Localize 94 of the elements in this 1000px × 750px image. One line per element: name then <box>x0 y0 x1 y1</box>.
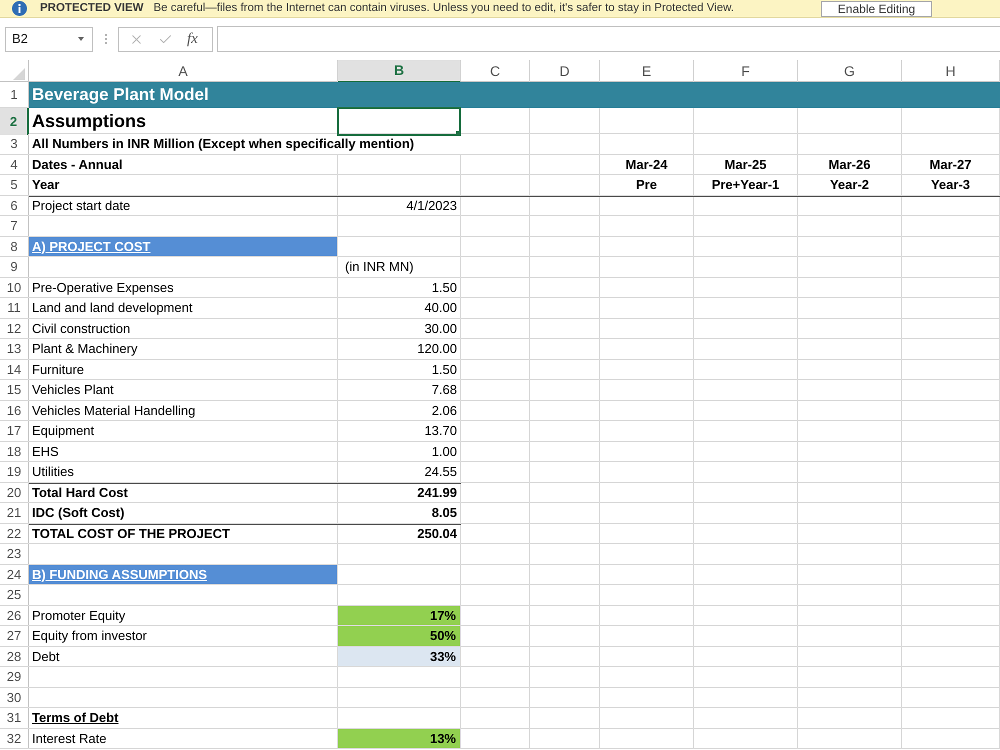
period-label: Mar-25 <box>724 156 766 174</box>
row-number[interactable]: 30 <box>0 688 29 707</box>
row-number[interactable]: 13 <box>0 339 29 358</box>
row-label: Terms of Debt <box>32 709 118 727</box>
section-header-cell: A) PROJECT COST <box>29 236 338 256</box>
row-label: Plant & Machinery <box>32 340 138 358</box>
cost-value: 1.00 <box>432 442 457 460</box>
input-cell: 13% <box>338 728 461 748</box>
row-number[interactable]: 11 <box>0 298 29 318</box>
cost-value: 8.05 <box>432 504 457 522</box>
cost-value: 4/1/2023 <box>406 196 457 214</box>
enable-editing-button[interactable]: Enable Editing <box>821 0 932 16</box>
unit-label: (in INR MN) <box>345 258 414 276</box>
row-number[interactable]: 5 <box>0 175 29 194</box>
row-label: Vehicles Material Handelling <box>32 402 196 420</box>
protected-view-message: Be careful—files from the Internet can contain viruses. Unless you need to edit, it's safer to stay in Protected View. <box>154 0 734 16</box>
period-label: Pre <box>636 176 657 194</box>
section-header-cell: B) FUNDING ASSUMPTIONS <box>29 564 338 584</box>
row-number[interactable]: 22 <box>0 524 29 543</box>
period-label: Mar-27 <box>930 156 972 174</box>
formula-input[interactable] <box>217 26 1000 52</box>
row-number[interactable]: 10 <box>0 278 29 297</box>
row-label: Debt <box>32 648 60 666</box>
cost-value: 24.55 <box>424 463 457 481</box>
name-box[interactable]: B2 <box>5 26 93 52</box>
period-label: Year-2 <box>830 176 870 194</box>
row-number[interactable]: 18 <box>0 442 29 461</box>
row-number[interactable]: 2 <box>0 108 29 135</box>
cost-value: 13.70 <box>424 422 457 440</box>
fill-handle[interactable] <box>456 131 461 136</box>
row-label: Vehicles Plant <box>32 381 114 399</box>
units-note: All Numbers in INR Million (Except when specifically mention) <box>32 135 414 153</box>
row-number[interactable]: 32 <box>0 728 29 748</box>
row-number[interactable]: 15 <box>0 380 29 400</box>
row-label: Equity from investor <box>32 627 147 645</box>
row-number[interactable]: 28 <box>0 646 29 666</box>
row-number[interactable]: 3 <box>0 134 29 154</box>
insert-function-button[interactable]: fx <box>187 32 198 46</box>
row-label: Year <box>32 176 60 194</box>
row-label: TOTAL COST OF THE PROJECT <box>32 524 230 542</box>
row-number[interactable]: 4 <box>0 154 29 174</box>
info-icon <box>12 1 27 16</box>
cost-value: 1.50 <box>432 360 457 378</box>
cost-value: 7.68 <box>432 381 457 399</box>
row-label: Total Hard Cost <box>32 484 128 502</box>
row-label: Utilities <box>32 463 74 481</box>
row-number[interactable]: 27 <box>0 626 29 646</box>
input-cell: 17% <box>338 606 461 625</box>
row-label: Pre-Operative Expenses <box>32 278 174 297</box>
cost-value: 241.99 <box>417 484 457 502</box>
row-label: Interest Rate <box>32 730 106 748</box>
column-header[interactable]: B <box>338 60 461 83</box>
row-number[interactable]: 14 <box>0 360 29 379</box>
row-label: Civil construction <box>32 320 130 338</box>
sheet-title-cell: Beverage Plant Model <box>29 82 1000 108</box>
input-cell: 33% <box>338 646 461 666</box>
row-number[interactable]: 23 <box>0 544 29 564</box>
row-number[interactable]: 17 <box>0 421 29 440</box>
protected-view-title: PROTECTED VIEW <box>40 0 144 16</box>
cost-value: 30.00 <box>424 320 457 338</box>
row-number[interactable]: 9 <box>0 257 29 276</box>
cost-value: 250.04 <box>417 524 457 542</box>
row-number[interactable]: 16 <box>0 400 29 420</box>
period-label: Mar-26 <box>828 156 870 174</box>
row-label: Project start date <box>32 196 130 215</box>
period-label: Mar-24 <box>626 156 668 174</box>
row-number[interactable]: 26 <box>0 606 29 625</box>
row-label: IDC (Soft Cost) <box>32 504 124 522</box>
cost-value: 1.50 <box>432 278 457 296</box>
row-label: Equipment <box>32 422 94 440</box>
row-number[interactable]: 7 <box>0 216 29 236</box>
select-all-icon[interactable] <box>13 68 25 80</box>
row-number[interactable]: 31 <box>0 708 29 728</box>
row-label: EHS <box>32 442 59 460</box>
row-number[interactable]: 12 <box>0 318 29 338</box>
period-label: Year-3 <box>930 176 970 194</box>
selected-cell[interactable] <box>337 107 461 136</box>
row-number[interactable]: 6 <box>0 196 29 215</box>
row-number[interactable]: 25 <box>0 585 29 604</box>
row-label: Assumptions <box>32 110 146 133</box>
period-label: Pre+Year-1 <box>712 176 780 194</box>
cost-value: 2.06 <box>432 402 457 420</box>
cost-value: 120.00 <box>417 340 457 358</box>
dropdown-caret-icon[interactable] <box>78 37 84 41</box>
row-label: Promoter Equity <box>32 606 126 625</box>
cost-value: 40.00 <box>424 299 457 317</box>
row-label: Dates - Annual <box>32 156 123 174</box>
row-number[interactable]: 29 <box>0 667 29 686</box>
row-label: Land and land development <box>32 299 192 317</box>
row-number[interactable]: 19 <box>0 462 29 482</box>
row-number[interactable]: 20 <box>0 482 29 502</box>
row-number[interactable]: 21 <box>0 503 29 522</box>
input-cell: 50% <box>338 626 461 646</box>
row-label: Furniture <box>32 360 84 378</box>
